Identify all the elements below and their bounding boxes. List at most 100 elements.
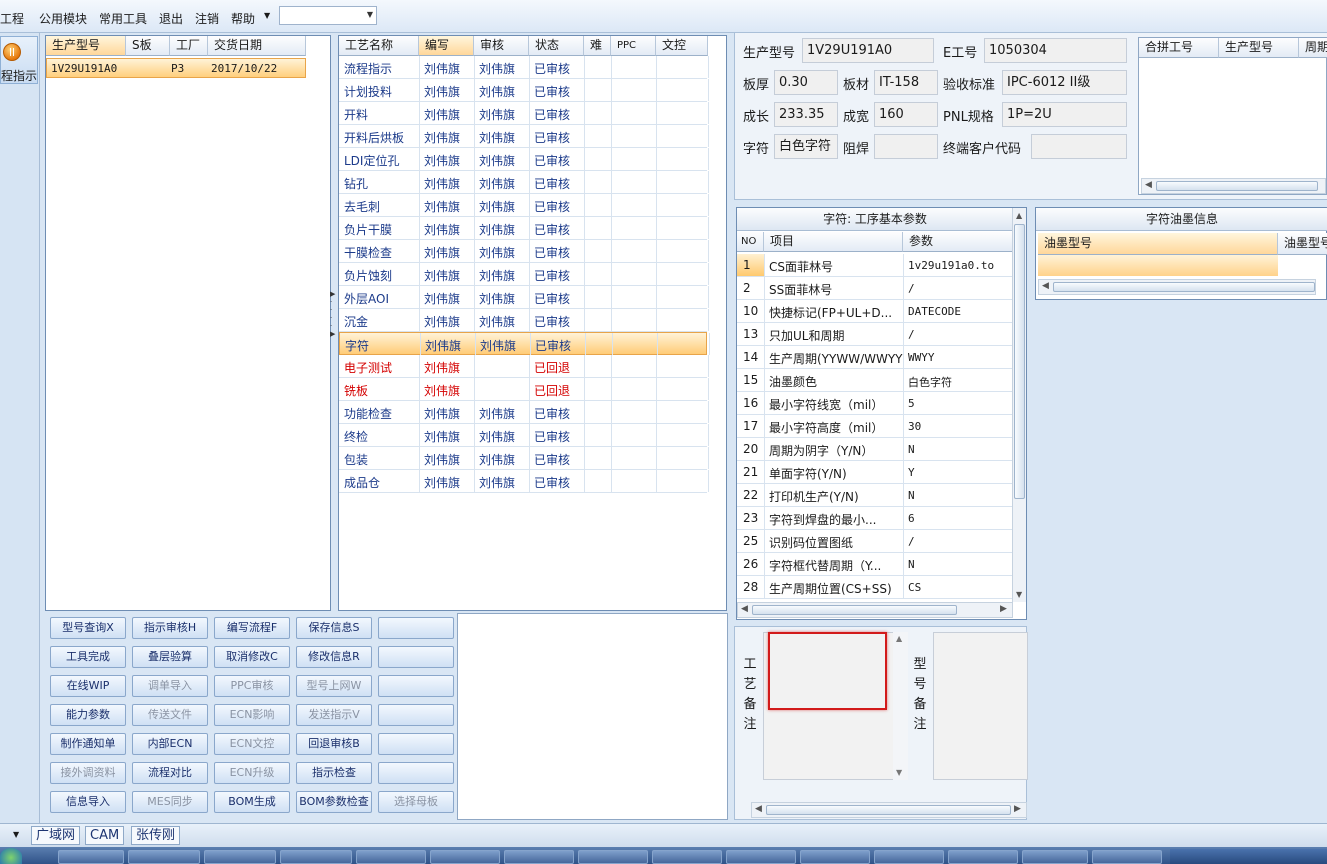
action-button[interactable]: ECN文控 <box>214 733 290 755</box>
process-row[interactable]: 外层AOI 刘伟旗 刘伟旗 已审核 <box>339 286 709 309</box>
action-button[interactable]: MES同步 <box>132 791 208 813</box>
taskbar-item[interactable] <box>726 850 796 864</box>
param-row[interactable]: 13 只加UL和周期 / <box>737 323 1013 346</box>
action-button[interactable]: 指示审核H <box>132 617 208 639</box>
params-item-col-header[interactable]: 项目 <box>764 232 903 252</box>
param-row[interactable]: 23 字符到焊盘的最小... 6 <box>737 507 1013 530</box>
scroll-left-icon[interactable]: ◀ <box>755 804 762 814</box>
empty-button[interactable] <box>378 733 454 755</box>
merge-cycle-col-header[interactable]: 周期 <box>1299 38 1327 58</box>
action-button[interactable]: 发送指示V <box>296 704 372 726</box>
param-row[interactable]: 20 周期为阴字（Y/N） N <box>737 438 1013 461</box>
scroll-up-icon[interactable]: ▲ <box>1016 211 1022 220</box>
taskbar-item[interactable] <box>128 850 200 864</box>
empty-button[interactable] <box>378 704 454 726</box>
scroll-down-icon[interactable]: ▼ <box>896 768 902 777</box>
merge-scroll-thumb[interactable] <box>1156 181 1318 191</box>
model-field[interactable]: 1V29U191A0 <box>802 38 934 63</box>
doc-control-col-header[interactable]: 文控 <box>656 36 708 56</box>
reviewer-col-header[interactable]: 审核 <box>474 36 529 56</box>
difficulty-col-header[interactable]: 难 <box>584 36 611 56</box>
start-icon[interactable] <box>0 848 22 864</box>
menu-exit[interactable]: 退出 <box>159 10 183 27</box>
action-button[interactable]: 调单导入 <box>132 675 208 697</box>
param-row[interactable]: 22 打印机生产(Y/N) N <box>737 484 1013 507</box>
menu-help[interactable]: 帮助 <box>231 10 255 27</box>
action-button[interactable]: BOM生成 <box>214 791 290 813</box>
action-button[interactable]: 编写流程F <box>214 617 290 639</box>
process-row[interactable]: 沉金 刘伟旗 刘伟旗 已审核 <box>339 309 709 332</box>
model-remark-textarea[interactable] <box>933 632 1028 780</box>
material-field[interactable]: IT-158 <box>874 70 938 95</box>
empty-button[interactable] <box>378 646 454 668</box>
menu-logout[interactable]: 注销 <box>195 10 219 27</box>
param-row[interactable]: 28 生产周期位置(CS+SS) CS <box>737 576 1013 599</box>
process-name-col-header[interactable]: 工艺名称 <box>339 36 419 56</box>
action-button[interactable]: 传送文件 <box>132 704 208 726</box>
params-no-col-header[interactable]: NO <box>737 232 764 252</box>
empty-button[interactable] <box>378 675 454 697</box>
action-button[interactable]: ECN影响 <box>214 704 290 726</box>
status-col-header[interactable]: 状态 <box>529 36 584 56</box>
action-button[interactable]: 叠层验算 <box>132 646 208 668</box>
taskbar-item[interactable] <box>800 850 870 864</box>
scroll-right-icon[interactable]: ▶ <box>1000 604 1007 614</box>
taskbar-item[interactable] <box>280 850 352 864</box>
process-remark-vscrollbar[interactable]: ▲ ▼ <box>893 632 908 780</box>
params-hscroll-thumb[interactable] <box>752 605 957 615</box>
process-row[interactable]: 去毛刺 刘伟旗 刘伟旗 已审核 <box>339 194 709 217</box>
process-row[interactable]: LDI定位孔 刘伟旗 刘伟旗 已审核 <box>339 148 709 171</box>
scroll-left-icon[interactable]: ◀ <box>1042 281 1049 291</box>
menu-project[interactable]: 工程 <box>0 10 24 27</box>
process-row[interactable]: 字符 刘伟旗 刘伟旗 已审核 <box>339 332 710 355</box>
status-tab-wan[interactable]: 广域网 <box>31 826 81 845</box>
ink-hscroll-thumb[interactable] <box>1053 282 1315 292</box>
ink-model-col-header[interactable]: 油墨型号 <box>1038 233 1278 255</box>
params-hscrollbar[interactable]: ◀ ▶ <box>737 602 1013 618</box>
taskbar-item[interactable] <box>874 850 944 864</box>
pnl-field[interactable]: 1P=2U <box>1002 102 1127 127</box>
param-row[interactable]: 2 SS面菲林号 / <box>737 277 1013 300</box>
width-field[interactable]: 160 <box>874 102 938 127</box>
menu-combobox[interactable]: ▼ <box>279 6 377 25</box>
model-row[interactable]: 1V29U191A0 P3 2017/10/22 <box>46 58 306 78</box>
factory-col-header[interactable]: 工厂 <box>170 36 208 56</box>
action-button[interactable]: 制作通知单 <box>50 733 126 755</box>
param-row[interactable]: 10 快捷标记(FP+UL+D... DATECODE <box>737 300 1013 323</box>
action-button[interactable]: BOM参数检查 <box>296 791 372 813</box>
params-vscrollbar[interactable]: ▲ ▼ <box>1012 208 1026 602</box>
scroll-right-icon[interactable]: ▶ <box>1014 804 1021 814</box>
model-col-header[interactable]: 生产型号 <box>46 36 126 56</box>
process-row[interactable]: 负片干膜 刘伟旗 刘伟旗 已审核 <box>339 217 709 240</box>
param-row[interactable]: 25 识别码位置图纸 / <box>737 530 1013 553</box>
standard-field[interactable]: IPC-6012 II级 <box>1002 70 1127 95</box>
taskbar-item[interactable] <box>1022 850 1088 864</box>
sboard-col-header[interactable]: S板 <box>126 36 170 56</box>
length-field[interactable]: 233.35 <box>774 102 838 127</box>
param-row[interactable]: 21 单面字符(Y/N) Y <box>737 461 1013 484</box>
process-row[interactable]: 干膜检查 刘伟旗 刘伟旗 已审核 <box>339 240 709 263</box>
process-row[interactable]: 流程指示 刘伟旗 刘伟旗 已审核 <box>339 56 709 79</box>
param-row[interactable]: 14 生产周期(YYWW/WWYY) WWYY <box>737 346 1013 369</box>
taskbar-item[interactable] <box>58 850 124 864</box>
process-row[interactable]: 开料 刘伟旗 刘伟旗 已审核 <box>339 102 709 125</box>
scroll-down-icon[interactable]: ▼ <box>1016 590 1022 599</box>
taskbar-item[interactable] <box>578 850 648 864</box>
taskbar-item[interactable] <box>652 850 722 864</box>
action-button[interactable]: 保存信息S <box>296 617 372 639</box>
action-button[interactable]: 信息导入 <box>50 791 126 813</box>
param-row[interactable]: 17 最小字符高度（mil） 30 <box>737 415 1013 438</box>
remarks-hscroll-thumb[interactable] <box>766 805 1011 815</box>
action-button[interactable]: 内部ECN <box>132 733 208 755</box>
process-row[interactable]: 功能检查 刘伟旗 刘伟旗 已审核 <box>339 401 709 424</box>
action-button[interactable]: 指示检查 <box>296 762 372 784</box>
param-row[interactable]: 1 CS面菲林号 1v29u191a0.to <box>737 254 1013 277</box>
remarks-hscrollbar[interactable]: ◀ ▶ <box>751 802 1027 818</box>
merge-model-col-header[interactable]: 生产型号 <box>1219 38 1299 58</box>
client-code-field[interactable] <box>1031 134 1127 159</box>
status-tab-cam[interactable]: CAM <box>85 826 125 845</box>
merge-hscrollbar[interactable]: ◀ <box>1141 178 1326 194</box>
scroll-left-icon[interactable]: ◀ <box>1145 180 1152 190</box>
process-row[interactable]: 负片蚀刻 刘伟旗 刘伟旗 已审核 <box>339 263 709 286</box>
action-button[interactable]: 取消修改C <box>214 646 290 668</box>
